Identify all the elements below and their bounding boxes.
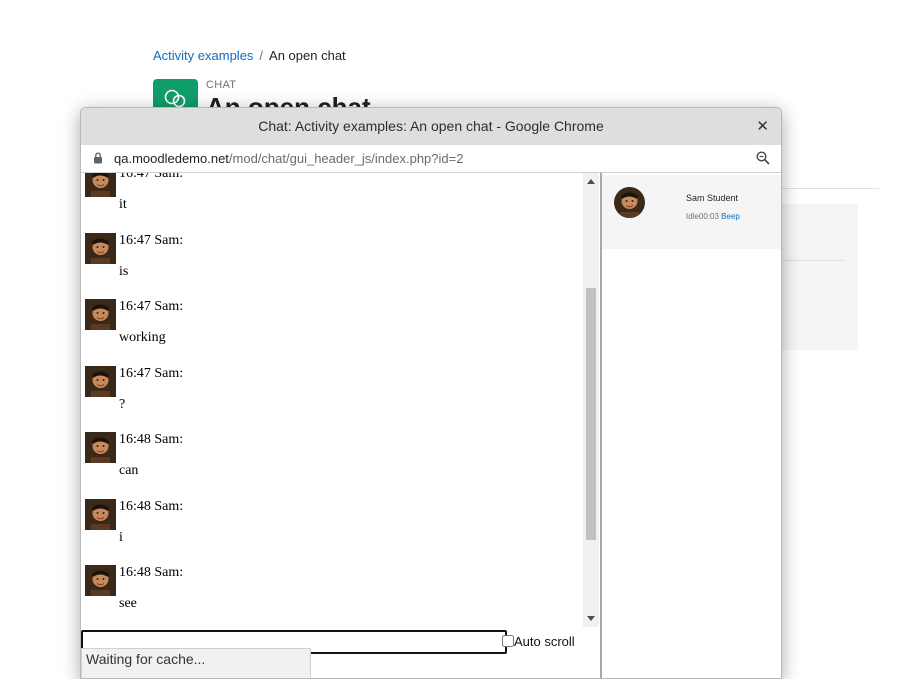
message-item: 16:47 Sam: is	[85, 232, 585, 299]
divider	[780, 260, 844, 261]
message-item: 16:48 Sam: i	[85, 498, 585, 565]
breadcrumb: Activity examples / An open chat	[153, 48, 346, 63]
message-text: can	[119, 463, 139, 478]
url-text: qa.moodledemo.net/mod/chat/gui_header_js…	[114, 151, 463, 166]
message-header: 16:47 Sam:	[119, 299, 183, 315]
address-bar[interactable]: qa.moodledemo.net/mod/chat/gui_header_js…	[81, 145, 781, 173]
avatar	[85, 432, 116, 463]
message-author: Sam:	[154, 432, 184, 447]
user-name: Sam Student	[686, 193, 739, 203]
message-header: 16:48 Sam:	[119, 432, 183, 448]
message-item: 16:47 Sam: working	[85, 299, 585, 365]
message-scrollbar[interactable]	[583, 173, 599, 627]
breadcrumb-link-activity-examples[interactable]: Activity examples	[153, 48, 253, 63]
message-item: 16:48 Sam: see	[85, 565, 585, 627]
scrollbar-thumb[interactable]	[586, 288, 596, 540]
message-time: 16:47	[119, 173, 151, 181]
divider	[780, 188, 879, 189]
message-time: 16:48	[119, 565, 151, 580]
background-card	[780, 204, 858, 350]
avatar	[614, 187, 645, 218]
message-time: 16:47	[119, 232, 151, 248]
message-author: Sam:	[154, 299, 184, 314]
message-author: Sam:	[154, 173, 184, 181]
user-item: Sam Student Idle00:03 Beep	[602, 175, 781, 249]
avatar	[85, 232, 116, 264]
scroll-down-arrow-icon[interactable]	[587, 616, 595, 621]
activity-kind-label: CHAT	[206, 79, 237, 91]
avatar	[85, 299, 116, 330]
message-header: 16:47 Sam:	[119, 366, 183, 382]
message-item: 16:47 Sam: ?	[85, 365, 585, 432]
status-bubble: Waiting for cache...	[81, 648, 311, 678]
message-item: 16:47 Sam: it	[85, 173, 585, 232]
message-text: see	[119, 596, 137, 611]
message-author: Sam:	[154, 232, 184, 248]
message-text: working	[119, 330, 166, 345]
avatar	[85, 365, 116, 397]
breadcrumb-separator: /	[259, 48, 264, 63]
user-list: Sam Student Idle00:03 Beep	[600, 173, 781, 678]
message-text: ?	[119, 396, 126, 412]
message-time: 16:48	[119, 498, 151, 514]
zoom-icon[interactable]	[756, 151, 770, 168]
user-idle-status: Idle00:03 Beep	[686, 212, 740, 221]
message-time: 16:48	[119, 432, 151, 447]
chat-bubbles-icon	[164, 89, 186, 108]
avatar	[85, 173, 116, 197]
autoscroll-label: Auto scroll	[514, 634, 575, 649]
message-item: 16:48 Sam: can	[85, 432, 585, 498]
message-text: i	[119, 529, 123, 545]
message-author: Sam:	[154, 365, 184, 381]
idle-time: Idle00:03	[686, 212, 719, 221]
message-author: Sam:	[154, 565, 184, 580]
window-titlebar[interactable]: Chat: Activity examples: An open chat - …	[81, 108, 781, 145]
message-header: 16:48 Sam:	[119, 565, 183, 581]
close-icon[interactable]: ✕	[756, 117, 769, 135]
url-host: qa.moodledemo.net	[114, 151, 229, 166]
message-text: is	[119, 263, 129, 279]
avatar	[85, 565, 116, 596]
message-header: 16:48 Sam:	[119, 499, 183, 515]
autoscroll-toggle[interactable]: Auto scroll	[502, 634, 575, 649]
autoscroll-checkbox[interactable]	[502, 635, 514, 647]
message-header: 16:47 Sam:	[119, 233, 183, 249]
window-title: Chat: Activity examples: An open chat - …	[258, 118, 604, 134]
beep-link[interactable]: Beep	[721, 212, 740, 221]
message-text: it	[119, 197, 127, 212]
message-time: 16:47	[119, 365, 151, 381]
message-author: Sam:	[154, 498, 184, 514]
lock-icon	[93, 152, 103, 167]
scroll-up-arrow-icon[interactable]	[587, 179, 595, 184]
chat-content: 16:47 Sam: it 16:47 Sam: is 16:47 Sam: w…	[81, 173, 781, 678]
url-path: /mod/chat/gui_header_js/index.php?id=2	[228, 151, 464, 166]
avatar	[85, 498, 116, 530]
breadcrumb-current: An open chat	[269, 48, 346, 63]
message-header: 16:47 Sam:	[119, 173, 183, 182]
message-list[interactable]: 16:47 Sam: it 16:47 Sam: is 16:47 Sam: w…	[81, 173, 599, 627]
chat-popup-window: Chat: Activity examples: An open chat - …	[80, 107, 782, 679]
message-time: 16:47	[119, 299, 151, 314]
